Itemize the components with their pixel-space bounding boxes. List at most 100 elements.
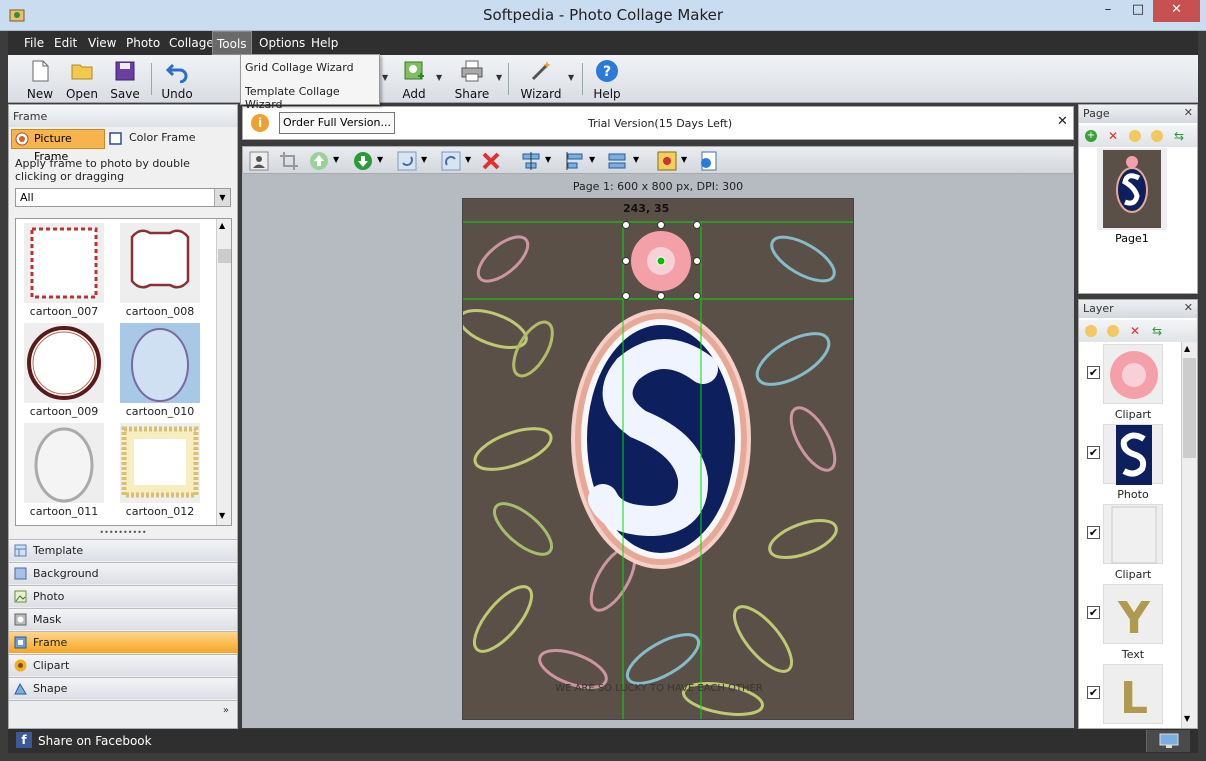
move-up-icon[interactable] bbox=[1129, 130, 1141, 142]
send-backward-icon[interactable] bbox=[353, 151, 373, 171]
svg-text:L: L bbox=[1120, 673, 1148, 724]
category-clipart[interactable]: Clipart bbox=[9, 654, 237, 676]
dropdown-arrow-icon[interactable]: ▼ bbox=[421, 155, 427, 164]
page-thumbnail[interactable] bbox=[1097, 148, 1167, 230]
display-mode-button[interactable] bbox=[1146, 730, 1190, 752]
crop-icon[interactable] bbox=[279, 151, 299, 171]
new-document-icon bbox=[32, 60, 49, 82]
minimize-button[interactable]: – bbox=[1094, 0, 1122, 22]
layer-row[interactable]: ✔ Photo bbox=[1079, 424, 1179, 504]
dropdown-arrow-icon[interactable]: ▼ bbox=[568, 73, 574, 82]
page-label: Page1 bbox=[1115, 232, 1149, 245]
properties-icon[interactable] bbox=[699, 151, 719, 171]
undo-button[interactable]: Undo bbox=[155, 58, 199, 102]
delete-page-icon[interactable]: ✕ bbox=[1107, 130, 1119, 142]
menu-item-template-collage-wizard[interactable]: Template Collage Wizard bbox=[245, 85, 379, 111]
menu-view[interactable]: View bbox=[84, 31, 120, 55]
frame-thumb-cartoon-012[interactable] bbox=[120, 423, 200, 503]
maximize-button[interactable]: □ bbox=[1124, 0, 1152, 22]
frame-filter-select[interactable]: All ▼ bbox=[15, 188, 231, 207]
layer-visible-checkbox[interactable]: ✔ bbox=[1087, 526, 1100, 539]
frame-thumb-cartoon-010[interactable] bbox=[120, 323, 200, 403]
layer-row[interactable]: ✔ Clipart bbox=[1079, 504, 1179, 584]
wizard-button[interactable]: Wizard bbox=[519, 58, 563, 102]
add-page-icon[interactable]: + bbox=[1085, 130, 1097, 142]
align-center-icon[interactable] bbox=[521, 151, 541, 171]
layer-row[interactable]: ✔ Clipart bbox=[1079, 344, 1179, 424]
flip-icon[interactable] bbox=[441, 151, 461, 171]
menu-edit[interactable]: Edit bbox=[50, 31, 81, 55]
frame-thumb-cartoon-007[interactable] bbox=[24, 223, 104, 303]
help-question-icon: ? bbox=[596, 60, 618, 82]
layer-visible-checkbox[interactable]: ✔ bbox=[1087, 446, 1100, 459]
add-button[interactable]: Add bbox=[392, 58, 436, 102]
tab-picture-frame[interactable]: Picture Frame bbox=[11, 129, 105, 163]
menu-help[interactable]: Help bbox=[307, 31, 342, 55]
layer-scrollbar[interactable]: ▲ ▼ bbox=[1181, 342, 1197, 728]
category-frame[interactable]: Frame bbox=[9, 631, 237, 653]
dropdown-arrow-icon[interactable]: ▼ bbox=[633, 155, 639, 164]
category-template[interactable]: Template bbox=[9, 539, 237, 561]
order-full-version-button[interactable]: Order Full Version... bbox=[279, 112, 395, 134]
layer-down-icon[interactable] bbox=[1107, 325, 1119, 337]
menu-photo[interactable]: Photo bbox=[122, 31, 164, 55]
frame-thumb-cartoon-009[interactable] bbox=[24, 323, 104, 403]
close-icon[interactable]: ✕ bbox=[1057, 114, 1068, 129]
layer-visible-checkbox[interactable]: ✔ bbox=[1087, 366, 1100, 379]
share-button[interactable]: Share bbox=[450, 58, 494, 102]
menu-collage[interactable]: Collage bbox=[165, 31, 218, 55]
open-button[interactable]: Open bbox=[60, 58, 104, 102]
align-left-icon[interactable] bbox=[565, 151, 585, 171]
frame-thumb-cartoon-011[interactable] bbox=[24, 423, 104, 503]
collage-page[interactable]: 243, 35 WE ARE SO LUCKY TO HAVE EACH OTH… bbox=[462, 198, 854, 720]
dropdown-arrow-icon[interactable]: ▼ bbox=[333, 155, 339, 164]
new-button[interactable]: New bbox=[18, 58, 62, 102]
layer-panel-header: Layer ✕ bbox=[1079, 300, 1197, 318]
menu-file[interactable]: File bbox=[20, 31, 48, 55]
close-icon[interactable]: ✕ bbox=[1184, 301, 1193, 314]
category-photo[interactable]: Photo bbox=[9, 585, 237, 607]
thumb-label: cartoon_010 bbox=[125, 405, 195, 418]
menu-item-grid-collage-wizard[interactable]: Grid Collage Wizard bbox=[245, 61, 354, 74]
save-button[interactable]: Save bbox=[103, 58, 147, 102]
move-down-icon[interactable] bbox=[1151, 130, 1163, 142]
layer-up-icon[interactable] bbox=[1085, 325, 1097, 337]
dropdown-arrow-icon[interactable]: ▼ bbox=[681, 155, 687, 164]
share-facebook-link[interactable]: Share on Facebook bbox=[38, 734, 152, 748]
layer-visible-checkbox[interactable]: ✔ bbox=[1087, 606, 1100, 619]
category-background[interactable]: Background bbox=[9, 562, 237, 584]
dropdown-arrow-icon[interactable]: ▼ bbox=[545, 155, 551, 164]
help-button[interactable]: ? Help bbox=[585, 58, 629, 102]
tab-color-frame[interactable]: Color Frame bbox=[107, 129, 217, 149]
dropdown-arrow-icon[interactable]: ▼ bbox=[496, 73, 502, 82]
person-icon[interactable] bbox=[249, 151, 269, 171]
distribute-icon[interactable] bbox=[607, 151, 627, 171]
folder-open-icon bbox=[71, 64, 93, 80]
dropdown-arrow-icon[interactable]: ▼ bbox=[436, 73, 442, 82]
chevron-expand-icon[interactable]: » bbox=[223, 705, 229, 716]
category-mask[interactable]: Mask bbox=[9, 608, 237, 630]
layer-row[interactable]: ✔ Y Text bbox=[1079, 584, 1179, 664]
dropdown-arrow-icon[interactable]: ▼ bbox=[377, 155, 383, 164]
layer-visible-checkbox[interactable]: ✔ bbox=[1087, 686, 1100, 699]
gallery-scrollbar[interactable]: ▲ ▼ bbox=[216, 219, 231, 525]
dropdown-arrow-icon[interactable]: ▼ bbox=[589, 155, 595, 164]
bring-forward-icon[interactable] bbox=[309, 151, 329, 171]
close-icon[interactable]: ✕ bbox=[1184, 106, 1193, 119]
category-shape[interactable]: Shape bbox=[9, 677, 237, 699]
menu-options[interactable]: Options bbox=[255, 31, 309, 55]
facebook-icon[interactable]: f bbox=[16, 732, 32, 748]
dropdown-arrow-icon[interactable]: ▼ bbox=[382, 73, 388, 82]
layer-row[interactable]: ✔ L bbox=[1079, 664, 1179, 728]
menu-tools[interactable]: Tools bbox=[212, 31, 252, 55]
splitter-handle[interactable]: •••••••••• bbox=[9, 529, 237, 537]
delete-icon[interactable] bbox=[481, 151, 501, 171]
dropdown-arrow-icon[interactable]: ▼ bbox=[465, 155, 471, 164]
delete-layer-icon[interactable]: ✕ bbox=[1129, 325, 1141, 337]
image-effect-icon[interactable] bbox=[657, 151, 677, 171]
close-button[interactable]: ✕ bbox=[1153, 0, 1200, 22]
rotate-icon[interactable] bbox=[397, 151, 417, 171]
refresh-icon[interactable]: ⇆ bbox=[1151, 325, 1163, 337]
refresh-icon[interactable]: ⇆ bbox=[1173, 130, 1185, 142]
frame-thumb-cartoon-008[interactable] bbox=[120, 223, 200, 303]
